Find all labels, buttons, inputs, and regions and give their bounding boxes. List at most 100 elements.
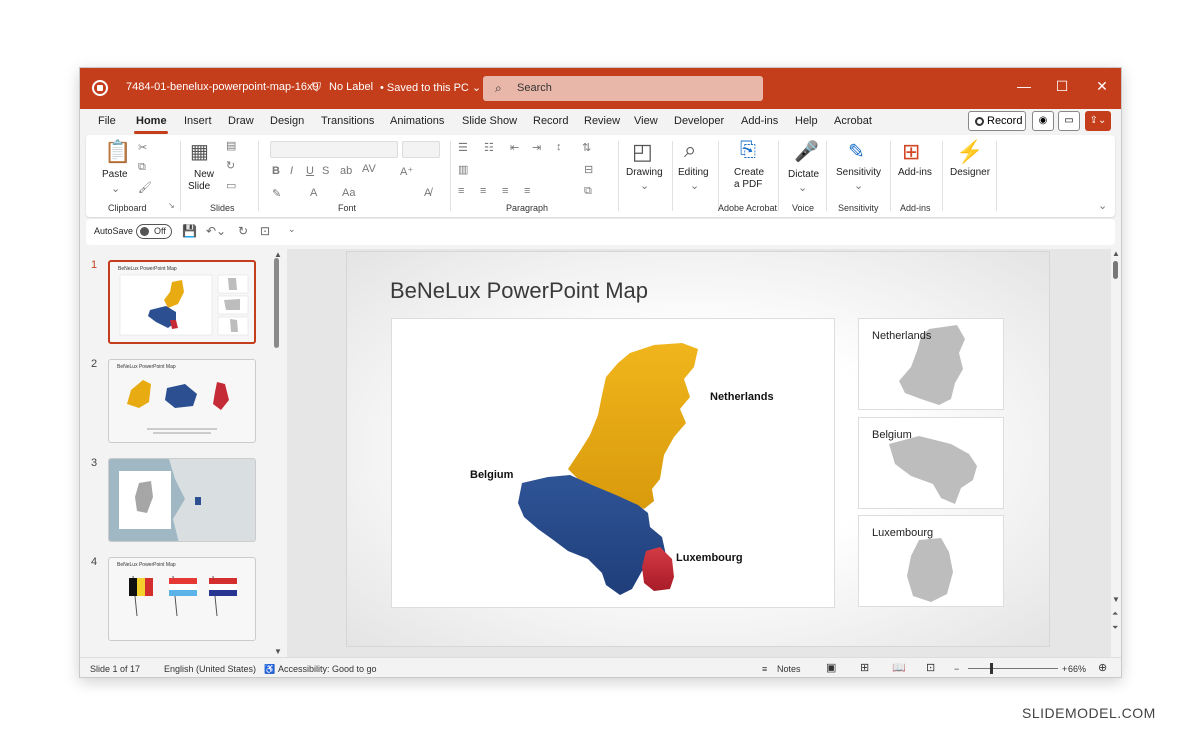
chevron-down-icon[interactable]: ⌄ [111,182,120,195]
create-pdf-icon[interactable]: ⎘ [740,139,756,162]
search-input[interactable]: ⌕ Search [483,76,763,101]
tab-design[interactable]: Design [270,115,304,127]
chevron-down-icon[interactable]: ⌄ [798,181,807,194]
share-button[interactable]: ⇪⌄ [1085,111,1111,131]
notes-button[interactable]: Notes [777,664,801,674]
columns-icon[interactable]: ▥ [458,163,468,176]
editor-scrollbar[interactable]: ▲ ▼ ⏶ ⏷ [1111,249,1121,657]
powerpoint-icon[interactable] [92,80,108,96]
zoom-in-icon[interactable]: + [1062,664,1067,674]
layout-icon[interactable]: ▤ [226,139,236,152]
tab-transitions[interactable]: Transitions [321,115,374,127]
scroll-up-icon[interactable]: ▲ [1112,249,1120,258]
shadow-icon[interactable]: S [322,165,329,177]
chevron-down-icon[interactable]: ⌄ [640,179,649,192]
tab-home[interactable]: Home [136,115,167,127]
notes-icon[interactable]: ≡ [762,664,767,674]
save-status[interactable]: • Saved to this PC ⌄ [380,81,481,94]
start-presentation-icon[interactable]: ⊡ [260,224,270,238]
paste-button[interactable]: Paste [102,169,128,180]
tab-animations[interactable]: Animations [390,115,444,127]
change-case-icon[interactable]: Aa [342,187,355,199]
maximize-icon[interactable]: ☐ [1052,78,1072,95]
tab-file[interactable]: File [98,115,116,127]
smartart-icon[interactable]: ⧉ [584,185,592,198]
chevron-down-icon[interactable]: ⌄ [690,179,699,192]
tab-slide-show[interactable]: Slide Show [462,115,517,127]
char-spacing-icon[interactable]: AV [362,163,376,175]
next-slide-icon[interactable]: ⏷ [1112,623,1118,633]
scroll-down-icon[interactable]: ▼ [1112,595,1120,604]
clear-format-icon[interactable]: A̸ [424,187,431,199]
tab-add-ins[interactable]: Add-ins [741,115,778,127]
font-color-icon[interactable]: A [310,187,317,199]
close-icon[interactable]: ✕ [1092,78,1112,95]
luxembourg-card[interactable]: Luxembourg [858,515,1004,607]
slide-thumbnail-2[interactable]: BeNeLux PowerPoint Map [108,359,256,443]
current-slide[interactable]: BeNeLux PowerPoint Map Netherlands Belgi… [346,251,1050,647]
line-spacing-icon[interactable]: ↕ [556,141,562,153]
slide-thumbnail-3[interactable] [108,458,256,542]
italic-icon[interactable]: I [290,165,293,177]
slide-count[interactable]: Slide 1 of 17 [90,664,140,674]
align-left-icon[interactable]: ≡ [458,185,464,197]
undo-icon[interactable]: ↶⌄ [206,224,226,238]
shapes-icon[interactable]: ◰ [632,139,653,165]
zoom-slider-thumb[interactable] [990,663,993,674]
dictate-button[interactable]: Dictate [788,169,819,180]
designer-button[interactable]: Designer [950,167,990,178]
find-icon[interactable]: ⌕ [684,137,696,163]
scroll-thumb[interactable] [1113,261,1118,279]
new-slide-label-2[interactable]: Slide [188,181,210,192]
add-ins-icon[interactable]: ⊞ [902,139,920,165]
new-slide-label[interactable]: New [194,169,214,180]
cut-icon[interactable]: ✂ [138,141,147,154]
minimize-icon[interactable]: — [1014,78,1034,94]
sensitivity-button[interactable]: Sensitivity [836,167,881,178]
zoom-level[interactable]: 66% [1068,664,1086,674]
tab-view[interactable]: View [634,115,658,127]
tab-draw[interactable]: Draw [228,115,254,127]
grow-font-icon[interactable]: A⁺ [400,165,413,178]
designer-icon[interactable]: ⚡ [956,139,983,165]
format-painter-icon[interactable]: 🖌 [138,181,152,194]
align-right-icon[interactable]: ≡ [502,185,508,197]
section-icon[interactable]: ▭ [226,179,236,192]
normal-view-icon[interactable]: ▣ [826,661,836,674]
slide-sorter-icon[interactable]: ⊞ [860,661,869,674]
camera-icon[interactable]: ◉ [1032,111,1054,131]
comments-icon[interactable]: ▭ [1058,111,1080,131]
create-pdf-label[interactable]: Create [734,167,764,178]
paste-icon[interactable]: 📋 [104,139,131,165]
sensitivity-label[interactable]: No Label [329,81,373,93]
editing-button[interactable]: Editing [678,167,709,178]
tab-insert[interactable]: Insert [184,115,212,127]
accessibility-icon[interactable]: ♿ [264,664,275,675]
copy-icon[interactable]: ⧉ [138,161,146,174]
slide-thumbnail-4[interactable]: BeNeLux PowerPoint Map [108,557,256,641]
netherlands-card[interactable]: Netherlands [858,318,1004,410]
scroll-down-icon[interactable]: ▼ [274,647,282,656]
strikethrough-icon[interactable]: ab [340,165,352,177]
language-indicator[interactable]: English (United States) [164,664,256,674]
document-title[interactable]: 7484-01-benelux-powerpoint-map-16x9 [126,81,319,93]
tab-acrobat[interactable]: Acrobat [834,115,872,127]
new-slide-icon[interactable]: ▦ [190,139,209,164]
tab-record[interactable]: Record [533,115,568,127]
align-center-icon[interactable]: ≡ [480,185,486,197]
create-pdf-label-2[interactable]: a PDF [734,179,762,190]
zoom-slider[interactable] [968,668,1058,669]
slide-title[interactable]: BeNeLux PowerPoint Map [390,278,648,304]
slideshow-view-icon[interactable]: ⊡ [926,661,935,674]
autosave-toggle[interactable]: Off [136,224,172,239]
text-direction-icon[interactable]: ⇅ [582,141,591,154]
reading-view-icon[interactable]: 📖 [892,661,906,674]
collapse-ribbon-icon[interactable]: ⌄ [1098,199,1107,212]
save-icon[interactable]: 💾 [182,224,197,238]
font-size-field[interactable] [402,141,440,158]
tab-review[interactable]: Review [584,115,620,127]
bold-icon[interactable]: B [272,165,280,177]
highlight-icon[interactable]: ✎ [272,187,281,200]
fit-to-window-icon[interactable]: ⊕ [1098,661,1107,674]
sensitivity-icon[interactable]: ✎ [848,139,865,164]
